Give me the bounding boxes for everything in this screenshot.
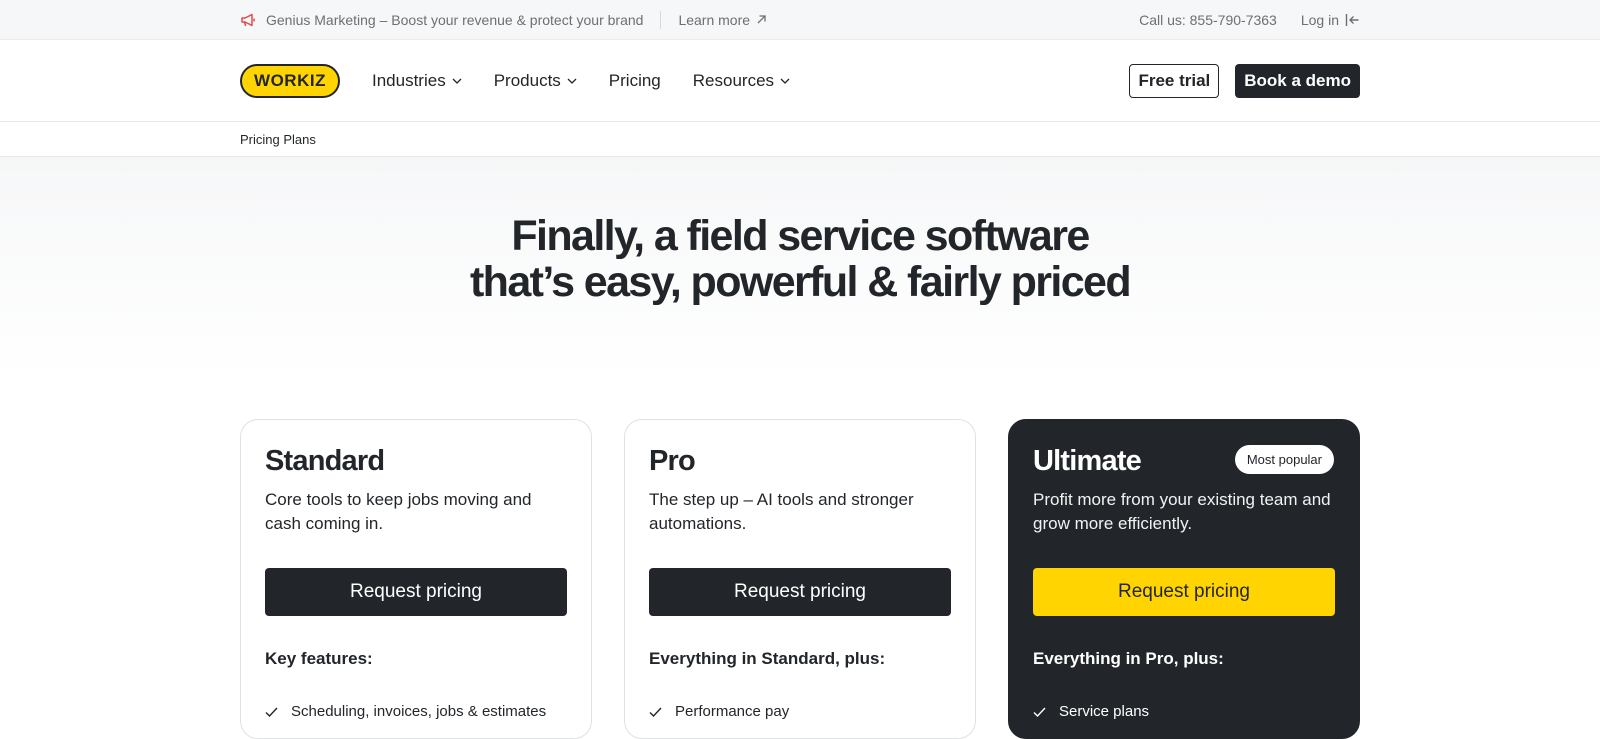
request-pricing-button[interactable]: Request pricing <box>649 568 951 616</box>
plan-card-standard: Standard Core tools to keep jobs moving … <box>240 419 592 739</box>
announcement-bar: Genius Marketing – Boost your revenue & … <box>0 0 1600 40</box>
nav-item-label: Resources <box>692 70 775 90</box>
book-demo-button[interactable]: Book a demo <box>1235 63 1360 98</box>
check-icon <box>649 707 663 717</box>
most-popular-badge: Most popular <box>1234 445 1334 474</box>
features-heading: Everything in Standard, plus: <box>649 649 886 668</box>
nav-item-products[interactable]: Products <box>494 71 577 91</box>
check-icon <box>265 707 279 717</box>
nav-item-label: Pricing <box>608 70 661 90</box>
nav-item-label: Products <box>493 70 561 90</box>
login-link[interactable]: Log in <box>1301 12 1360 28</box>
nav-item-resources[interactable]: Resources <box>693 71 790 91</box>
chevron-down-icon <box>452 78 462 84</box>
pricing-cards: Standard Core tools to keep jobs moving … <box>0 419 1600 739</box>
promo-text: Genius Marketing – Boost your revenue & … <box>266 11 644 28</box>
nav-item-pricing[interactable]: Pricing <box>609 71 661 91</box>
page-title-line-2: that’s easy, powerful & fairly priced <box>469 258 1132 306</box>
check-icon <box>1033 707 1047 717</box>
learn-more-label: Learn more <box>678 11 751 28</box>
breadcrumb-current[interactable]: Pricing Plans <box>240 132 316 147</box>
page-title: Finally, a field service software that’s… <box>0 157 1600 305</box>
feature-label: Scheduling, invoices, jobs & estimates <box>291 703 547 720</box>
learn-more-link[interactable]: Learn more <box>678 12 767 28</box>
chevron-down-icon <box>567 78 577 84</box>
free-trial-button[interactable]: Free trial <box>1129 63 1220 98</box>
feature-item: Scheduling, invoices, jobs & estimates <box>265 703 567 720</box>
login-label: Log in <box>1300 11 1339 28</box>
arrow-up-right-icon <box>756 14 767 25</box>
divider <box>660 10 662 29</box>
nav-item-label: Industries <box>372 70 446 90</box>
login-icon <box>1345 13 1360 27</box>
request-pricing-button[interactable]: Request pricing <box>1033 568 1335 616</box>
promo[interactable]: Genius Marketing – Boost your revenue & … <box>240 12 643 28</box>
feature-item: Service plans <box>1033 703 1335 720</box>
workiz-logo[interactable]: WORKIZ <box>240 63 340 98</box>
plan-description: Core tools to keep jobs moving and cash … <box>265 490 532 533</box>
plan-card-pro: Pro The step up – AI tools and stronger … <box>624 419 976 739</box>
phone-link[interactable]: Call us: 855-790-7363 <box>1139 12 1277 28</box>
nav-item-industries[interactable]: Industries <box>372 71 462 91</box>
feature-label: Service plans <box>1059 703 1150 720</box>
main-nav: WORKIZ Industries Products Pricing Resou… <box>0 40 1600 122</box>
plan-name: Pro <box>649 445 696 477</box>
nav-menu: Industries Products Pricing Resources <box>372 71 790 91</box>
chevron-down-icon <box>780 78 790 84</box>
breadcrumb: Pricing Plans <box>0 122 1600 157</box>
feature-item: Performance pay <box>649 703 951 720</box>
request-pricing-button[interactable]: Request pricing <box>265 568 567 616</box>
features-heading: Key features: <box>265 649 373 668</box>
plan-card-ultimate: Ultimate Most popular Profit more from y… <box>1008 419 1360 739</box>
plan-description: The step up – AI tools and stronger auto… <box>649 490 914 533</box>
features-heading: Everything in Pro, plus: <box>1033 649 1224 668</box>
megaphone-icon <box>240 12 257 28</box>
feature-label: Performance pay <box>675 703 790 720</box>
plan-description: Profit more from your existing team and … <box>1033 490 1331 533</box>
page-title-line-1: Finally, a field service software <box>511 212 1090 260</box>
plan-name: Standard <box>265 445 385 477</box>
